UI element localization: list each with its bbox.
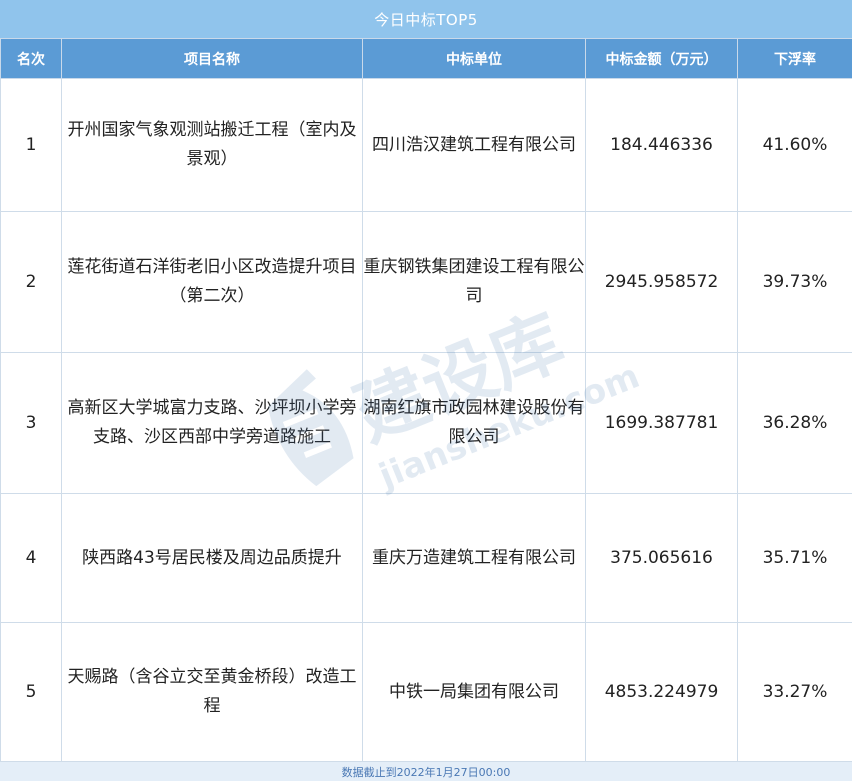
table-row: 4 陕西路43号居民楼及周边品质提升 重庆万造建筑工程有限公司 375.0656… [0,493,852,623]
rank-cell: 3 [0,352,62,494]
rank-cell: 4 [0,493,62,623]
rate-cell: 35.71% [737,493,852,623]
project-name-cell: 莲花街道石洋街老旧小区改造提升项目（第二次） [61,211,363,353]
project-name-cell: 高新区大学城富力支路、沙坪坝小学旁支路、沙区西部中学旁道路施工 [61,352,363,494]
rank-cell: 2 [0,211,62,353]
header-rate: 下浮率 [737,38,852,79]
amount-cell: 184.446336 [585,78,738,212]
amount-cell: 1699.387781 [585,352,738,494]
header-winner: 中标单位 [362,38,586,79]
amount-cell: 375.065616 [585,493,738,623]
header-row: 名次 项目名称 中标单位 中标金额（万元） 下浮率 [0,38,852,79]
rate-cell: 36.28% [737,352,852,494]
table-row: 2 莲花街道石洋街老旧小区改造提升项目（第二次） 重庆钢铁集团建设工程有限公司 … [0,211,852,353]
project-name-cell: 陕西路43号居民楼及周边品质提升 [61,493,363,623]
winner-cell: 中铁一局集团有限公司 [362,622,586,762]
ranking-table: 名次 项目名称 中标单位 中标金额（万元） 下浮率 1 开州国家气象观测站搬迁工… [0,38,852,762]
rank-cell: 5 [0,622,62,762]
table-row: 1 开州国家气象观测站搬迁工程（室内及景观） 四川浩汉建筑工程有限公司 184.… [0,78,852,212]
table-title: 今日中标TOP5 [0,0,852,38]
header-amount: 中标金额（万元） [585,38,738,79]
winner-cell: 重庆钢铁集团建设工程有限公司 [362,211,586,353]
rank-cell: 1 [0,78,62,212]
amount-cell: 4853.224979 [585,622,738,762]
header-project: 项目名称 [61,38,363,79]
rate-cell: 33.27% [737,622,852,762]
project-name-cell: 天赐路（含谷立交至黄金桥段）改造工程 [61,622,363,762]
rate-cell: 41.60% [737,78,852,212]
rate-cell: 39.73% [737,211,852,353]
amount-cell: 2945.958572 [585,211,738,353]
table-row: 3 高新区大学城富力支路、沙坪坝小学旁支路、沙区西部中学旁道路施工 湖南红旗市政… [0,352,852,494]
ranking-sheet: 今日中标TOP5 名次 项目名称 中标单位 中标金额（万元） 下浮率 1 开州国… [0,0,852,781]
winner-cell: 重庆万造建筑工程有限公司 [362,493,586,623]
winner-cell: 湖南红旗市政园林建设股份有限公司 [362,352,586,494]
winner-cell: 四川浩汉建筑工程有限公司 [362,78,586,212]
table-row: 5 天赐路（含谷立交至黄金桥段）改造工程 中铁一局集团有限公司 4853.224… [0,622,852,762]
project-name-cell: 开州国家气象观测站搬迁工程（室内及景观） [61,78,363,212]
data-cutoff-note: 数据截止到2022年1月27日00:00 [0,762,852,781]
header-rank: 名次 [0,38,62,79]
